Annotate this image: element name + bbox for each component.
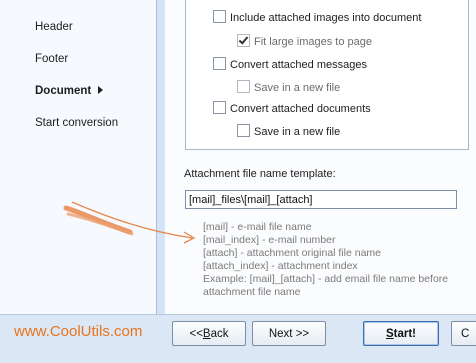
sidebar-item-label: Document <box>35 85 92 97</box>
convert-documents-option[interactable]: Convert attached documents <box>213 101 371 115</box>
template-input[interactable] <box>185 190 457 209</box>
annotation-arrow-icon <box>63 201 196 244</box>
convert-documents-checkbox[interactable] <box>213 101 226 114</box>
sidebar-item-label: Header <box>35 21 73 33</box>
convert-messages-checkbox[interactable] <box>213 57 226 70</box>
next-button-label: Next >> <box>268 327 310 340</box>
sidebar-item-document[interactable]: Document <box>35 85 104 97</box>
sidebar-item-footer[interactable]: Footer <box>35 53 68 65</box>
convert-documents-label: Convert attached documents <box>230 103 371 115</box>
convert-messages-option[interactable]: Convert attached messages <box>213 57 367 71</box>
help-line: [mail_index] - e-mail number <box>203 234 336 246</box>
start-button-rest: tart! <box>393 327 417 340</box>
template-label: Attachment file name template: <box>184 168 336 180</box>
save-new-file-checkbox-2[interactable] <box>237 124 250 137</box>
help-line: [attach_index] - attachment index <box>203 260 358 272</box>
fit-images-option[interactable]: Fit large images to page <box>237 34 372 48</box>
cancel-button-label: C <box>461 327 470 340</box>
convert-messages-label: Convert attached messages <box>230 59 367 71</box>
footer-bar: www.CoolUtils.com << Back Next >> Start!… <box>0 314 476 363</box>
sidebar-item-label: Footer <box>35 53 69 65</box>
help-line: [mail] - e-mail file name <box>203 221 312 233</box>
help-line-example: Example: [mail]_[attach] - add email fil… <box>203 273 449 298</box>
cancel-button[interactable]: C <box>451 321 476 346</box>
include-images-checkbox[interactable] <box>213 10 226 23</box>
sidebar-item-label: Start conversion <box>35 117 119 129</box>
save-new-file-label-1: Save in a new file <box>254 82 341 94</box>
sidebar-item-start-conversion[interactable]: Start conversion <box>35 117 118 129</box>
next-button[interactable]: Next >> <box>252 321 326 346</box>
back-button[interactable]: << Back <box>172 321 246 346</box>
active-arrow-icon <box>98 86 104 94</box>
help-line: [attach] - attachment original file name <box>203 247 382 259</box>
back-button-mnemonic: B <box>202 327 211 340</box>
back-button-rest: ack <box>210 327 229 340</box>
template-help: [mail] - e-mail file name [mail_index] -… <box>203 221 463 299</box>
main-panel: Include attached images into document Fi… <box>165 0 476 314</box>
save-new-file-checkbox-1[interactable] <box>237 80 250 93</box>
start-button-mnemonic: S <box>385 327 394 340</box>
fit-images-label: Fit large images to page <box>254 36 373 48</box>
sidebar: Header Footer Document Start conversion <box>0 0 157 314</box>
save-new-file-option-1[interactable]: Save in a new file <box>237 80 340 94</box>
fit-images-checkbox[interactable] <box>237 34 250 47</box>
back-button-prefix: << <box>189 327 203 340</box>
attachment-options-group: Include attached images into document Fi… <box>185 0 469 150</box>
start-button[interactable]: Start! <box>363 321 439 346</box>
sidebar-item-header[interactable]: Header <box>35 21 73 33</box>
save-new-file-option-2[interactable]: Save in a new file <box>237 124 340 138</box>
include-images-option[interactable]: Include attached images into document <box>213 10 421 24</box>
include-images-label: Include attached images into document <box>230 12 422 24</box>
save-new-file-label-2: Save in a new file <box>254 126 341 138</box>
coolutils-link[interactable]: www.CoolUtils.com <box>14 323 142 340</box>
